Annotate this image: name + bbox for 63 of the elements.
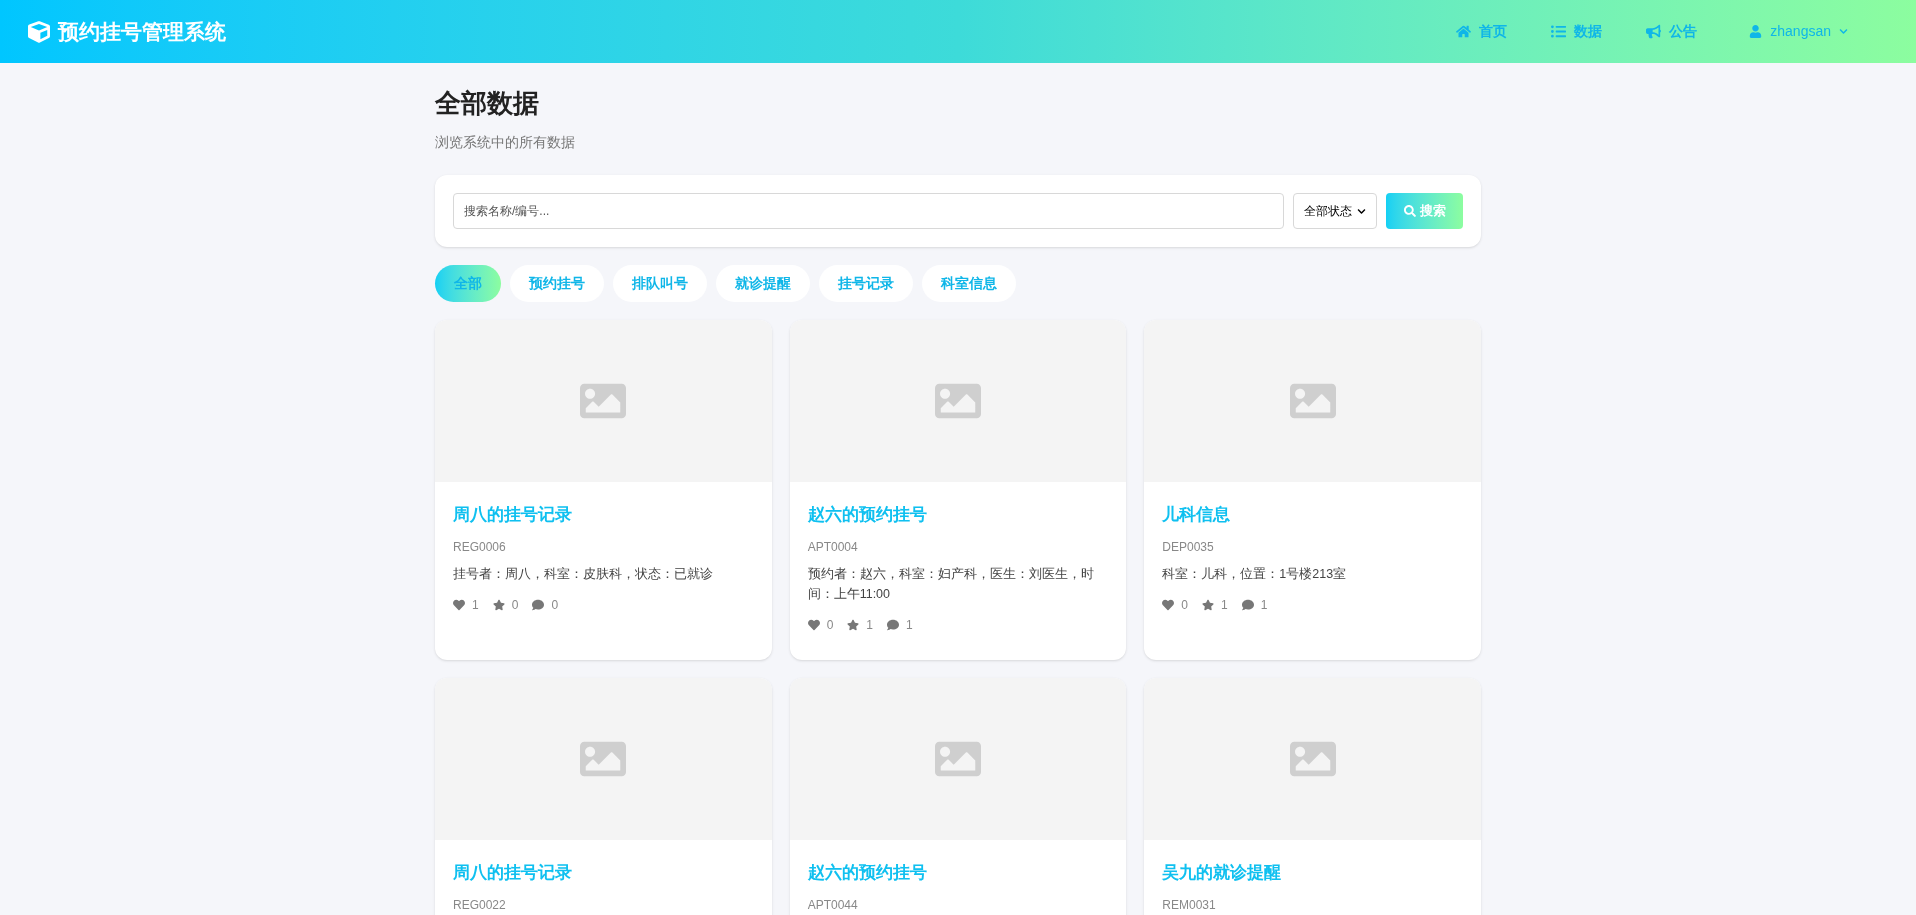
home-icon	[1456, 24, 1472, 39]
card-code: REM0031	[1162, 896, 1217, 914]
comment-icon	[1241, 598, 1254, 611]
nav-link[interactable]: 数据	[1551, 21, 1603, 42]
status-select[interactable]: 全部状态	[1293, 193, 1377, 229]
card-title: 赵六的预约挂号	[807, 862, 928, 884]
card-code: APT0004	[807, 538, 859, 556]
search-field[interactable]: 搜索名称/编号...	[453, 193, 1284, 229]
like-count: 0	[826, 616, 834, 634]
record-card[interactable]: 赵六的预约挂号 APT0004 预约者：赵六，科室：妇产科，医生：刘医生，时间：上午11:00 0 1 1	[789, 320, 1127, 660]
like-count: 0	[1181, 596, 1188, 614]
comment-icon	[532, 598, 545, 611]
megaphone-icon	[1646, 24, 1662, 39]
record-card[interactable]: 周八的挂号记录 REG0022	[435, 678, 772, 915]
comment-count: 0	[551, 596, 559, 614]
card-title: 赵六的预约挂号	[807, 504, 928, 526]
card-description: 挂号者：周八，科室：皮肤科，状态：已就诊	[453, 565, 714, 583]
caret-icon	[1357, 206, 1366, 216]
heart-icon	[807, 618, 820, 631]
page-title: 全部数据	[435, 87, 540, 120]
filter-tab[interactable]: 就诊提醒	[716, 265, 810, 302]
search-button[interactable]: 搜索	[1386, 193, 1463, 229]
filter-tab[interactable]: 排队叫号	[613, 265, 707, 302]
brand-title: 预约挂号管理系统	[58, 18, 226, 45]
card-title: 周八的挂号记录	[453, 504, 573, 526]
star-icon	[1202, 598, 1214, 611]
nav-link[interactable]: 首页	[1456, 21, 1508, 42]
card-description: 科室：儿科，位置：1号楼213室	[1162, 565, 1348, 583]
comment-icon	[887, 618, 900, 631]
page-subtitle: 浏览系统中的所有数据	[435, 133, 576, 152]
cube-icon	[28, 20, 50, 43]
filter-tab[interactable]: 挂号记录	[819, 265, 913, 302]
card-code: APT0044	[807, 896, 859, 914]
user-menu[interactable]: zhangsan	[1749, 21, 1848, 42]
card-title: 周八的挂号记录	[453, 862, 573, 884]
card-title: 儿科信息	[1162, 504, 1232, 526]
nav-link[interactable]: 公告	[1646, 21, 1698, 42]
record-card[interactable]: 赵六的预约挂号 APT0044	[789, 678, 1127, 915]
caret-icon	[1839, 27, 1848, 36]
comment-count: 1	[906, 616, 913, 634]
card-code: REG0022	[453, 896, 507, 914]
filter-tab[interactable]: 预约挂号	[510, 265, 604, 302]
list-icon	[1551, 24, 1567, 39]
record-card[interactable]: 儿科信息 DEP0035 科室：儿科，位置：1号楼213室 0 1 1	[1144, 320, 1481, 660]
record-card[interactable]: 吴九的就诊提醒 REM0031	[1144, 678, 1481, 915]
card-description: 预约者：赵六，科室：妇产科，医生：刘医生，时间：上午11:00	[807, 565, 1095, 603]
heart-icon	[1162, 598, 1175, 611]
like-count: 1	[472, 596, 479, 614]
comment-count: 1	[1260, 596, 1268, 614]
search-icon	[1403, 205, 1416, 217]
star-icon	[847, 618, 860, 631]
card-code: REG0006	[453, 538, 507, 556]
record-card[interactable]: 周八的挂号记录 REG0006 挂号者：周八，科室：皮肤科，状态：已就诊 1 0 0	[435, 320, 772, 660]
favorite-count: 1	[1221, 596, 1228, 614]
filter-tab[interactable]: 科室信息	[922, 265, 1016, 302]
filter-tab[interactable]: 全部	[435, 265, 501, 302]
user-icon	[1749, 25, 1763, 38]
favorite-count: 1	[866, 616, 874, 634]
favorite-count: 0	[511, 596, 519, 614]
card-code: DEP0035	[1162, 538, 1215, 556]
heart-icon	[453, 598, 465, 611]
card-title: 吴九的就诊提醒	[1162, 862, 1283, 884]
star-icon	[492, 598, 505, 611]
